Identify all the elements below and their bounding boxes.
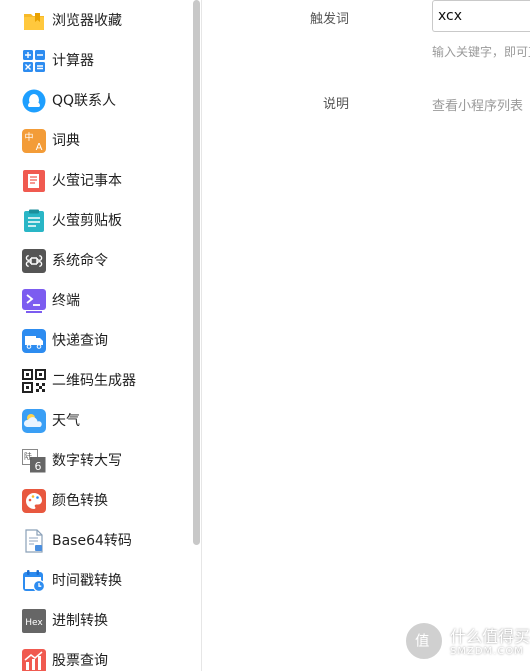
sidebar-item-color-convert[interactable]: 颜色转换 — [0, 481, 192, 521]
sidebar-scrollbar[interactable] — [193, 0, 200, 545]
description-label: 说明 — [323, 97, 350, 112]
sidebar-item-system-command[interactable]: 系统命令 — [0, 241, 192, 281]
sidebar-item-browser-bookmarks[interactable]: 浏览器收藏 — [0, 1, 192, 41]
trigger-word-hint: 输入关键字，即可直接使用 — [432, 45, 530, 59]
plugin-detail-panel: 触发词 输入关键字，即可直接使用 说明 查看小程序列表 — [202, 0, 530, 671]
sidebar-item-weather[interactable]: 天气 — [0, 401, 192, 441]
terminal-icon — [22, 289, 46, 313]
sidebar-item-dictionary[interactable]: 中 A 词典 — [0, 121, 192, 161]
palette-icon — [22, 489, 46, 513]
stock-chart-icon — [22, 649, 46, 671]
number-convert-glyph-cn: 陆 — [24, 451, 32, 461]
sidebar-item-base64[interactable]: Base64转码 — [0, 521, 192, 561]
sidebar-item-calculator[interactable]: 计算器 — [0, 41, 192, 81]
sidebar-item-clipboard[interactable]: 火萤剪贴板 — [0, 201, 192, 241]
sidebar-item-label: 火萤剪贴板 — [52, 213, 122, 229]
sidebar-item-label: 二维码生成器 — [52, 373, 136, 389]
sidebar-item-qrcode-generator[interactable]: 二维码生成器 — [0, 361, 192, 401]
sidebar-item-terminal[interactable]: 终端 — [0, 281, 192, 321]
dictionary-icon: 中 A — [22, 129, 46, 153]
sidebar-item-label: 终端 — [52, 293, 80, 309]
plugin-sidebar: 浏览器收藏 计算器 QQ联系人 中 A 词典 火萤记事本 火萤剪贴板 系统命令 … — [0, 0, 192, 671]
sidebar-item-qq-contacts[interactable]: QQ联系人 — [0, 81, 192, 121]
trigger-word-input[interactable] — [432, 0, 530, 32]
clipboard-icon — [22, 209, 46, 233]
sidebar-item-label: 天气 — [52, 413, 80, 429]
smzdm-logo-glyph: 值 — [415, 633, 429, 650]
watermark-title: 什么值得买 — [450, 627, 530, 646]
watermark-subtitle: SMZDM.COM — [450, 646, 524, 657]
description-text: 查看小程序列表 — [432, 99, 524, 114]
command-icon — [22, 249, 46, 273]
hex-glyph: Hex — [25, 618, 43, 628]
sidebar-item-label: 词典 — [52, 133, 80, 149]
sidebar-item-timestamp-convert[interactable]: 时间戳转换 — [0, 561, 192, 601]
sidebar-item-label: 计算器 — [52, 53, 94, 69]
calculator-icon — [22, 49, 46, 73]
smzdm-logo-icon: 值 — [404, 621, 444, 661]
sidebar-item-notebook[interactable]: 火萤记事本 — [0, 161, 192, 201]
sidebar-item-label: Base64转码 — [52, 533, 132, 549]
delivery-truck-icon — [22, 329, 46, 353]
qq-icon — [22, 89, 46, 113]
sidebar-item-label: 火萤记事本 — [52, 173, 122, 189]
sidebar-item-label: 股票查询 — [52, 653, 108, 669]
sidebar-item-label: 系统命令 — [52, 253, 108, 269]
sidebar-item-label: 进制转换 — [52, 613, 108, 629]
number-convert-glyph-digit: 6 — [35, 460, 42, 473]
hex-icon: Hex — [22, 609, 46, 633]
trigger-word-label: 触发词 — [310, 12, 350, 27]
sidebar-item-label: 浏览器收藏 — [52, 13, 122, 29]
base64-file-icon — [22, 529, 46, 553]
sidebar-item-label: 颜色转换 — [52, 493, 108, 509]
qrcode-icon — [22, 369, 46, 393]
sidebar-item-base-convert[interactable]: Hex 进制转换 — [0, 601, 192, 641]
sidebar-item-label: 快递查询 — [52, 333, 108, 349]
calendar-clock-icon — [22, 569, 46, 593]
sidebar-item-number-to-uppercase[interactable]: 陆 6 数字转大写 — [0, 441, 192, 481]
weather-cloud-icon — [22, 409, 46, 433]
smzdm-watermark: 值 什么值得买 SMZDM.COM — [404, 621, 530, 665]
notebook-icon — [22, 169, 46, 193]
sidebar-item-express-query[interactable]: 快递查询 — [0, 321, 192, 361]
dictionary-glyph-en: A — [36, 142, 43, 153]
sidebar-item-label: 数字转大写 — [52, 453, 122, 469]
sidebar-item-stock-query[interactable]: 股票查询 — [0, 641, 192, 671]
sidebar-item-label: 时间戳转换 — [52, 573, 122, 589]
bookmark-folder-icon — [22, 9, 46, 33]
dictionary-glyph-cn: 中 — [24, 131, 33, 143]
sidebar-item-label: QQ联系人 — [52, 93, 117, 109]
number-convert-icon: 陆 6 — [22, 449, 46, 473]
